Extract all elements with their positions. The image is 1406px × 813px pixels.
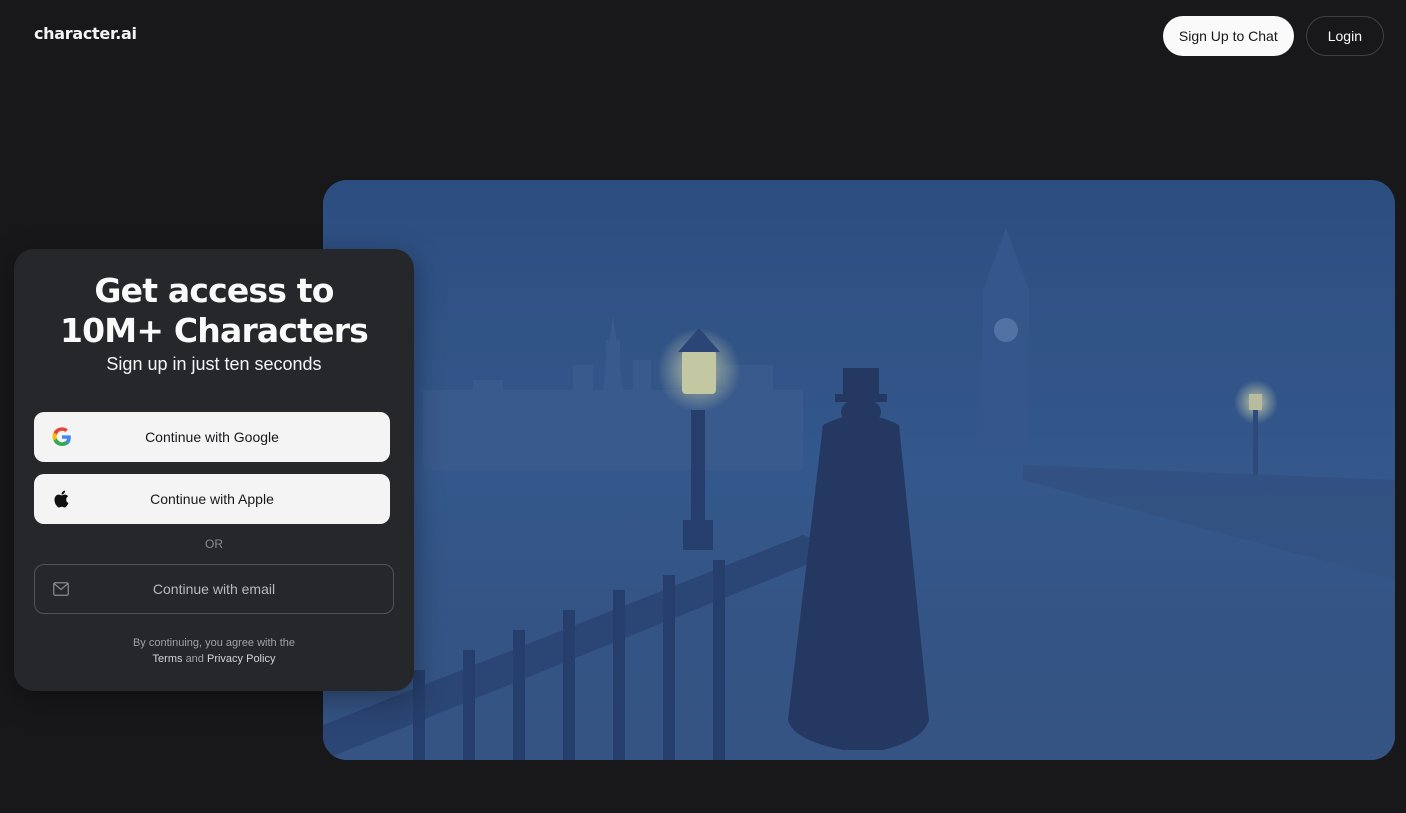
apple-icon [54, 490, 69, 508]
continue-with-email-button[interactable]: Continue with email [34, 564, 394, 614]
privacy-policy-link[interactable]: Privacy Policy [207, 653, 275, 665]
google-icon [52, 427, 71, 446]
panel-title-line1: Get access to [94, 271, 334, 310]
signup-panel: Get access to 10M+ Characters Sign up in… [14, 249, 414, 691]
top-nav: Sign Up to Chat Login [1162, 16, 1384, 56]
mail-icon [53, 582, 69, 596]
terms-link[interactable]: Terms [153, 653, 183, 665]
foggy-london-scene [323, 180, 1395, 760]
panel-subtitle: Sign up in just ten seconds [106, 354, 322, 374]
continue-with-google-button[interactable]: Continue with Google [34, 412, 390, 462]
google-button-label: Continue with Google [145, 429, 279, 445]
continue-with-apple-button[interactable]: Continue with Apple [34, 474, 390, 524]
logo[interactable]: character.ai [34, 24, 137, 43]
legal-notice: By continuing, you agree with the Terms … [14, 635, 414, 667]
email-button-label: Continue with email [152, 581, 276, 597]
or-divider: OR [205, 537, 223, 551]
legal-and: and [185, 653, 204, 665]
login-button[interactable]: Login [1305, 16, 1384, 56]
sign-up-button[interactable]: Sign Up to Chat [1162, 16, 1294, 56]
hero-illustration [323, 180, 1395, 760]
panel-title: Get access to 10M+ Characters [14, 271, 414, 351]
legal-prefix: By continuing, you agree with the [132, 637, 296, 649]
apple-button-label: Continue with Apple [150, 491, 274, 507]
panel-title-line2: 10M+ Characters [59, 311, 369, 350]
